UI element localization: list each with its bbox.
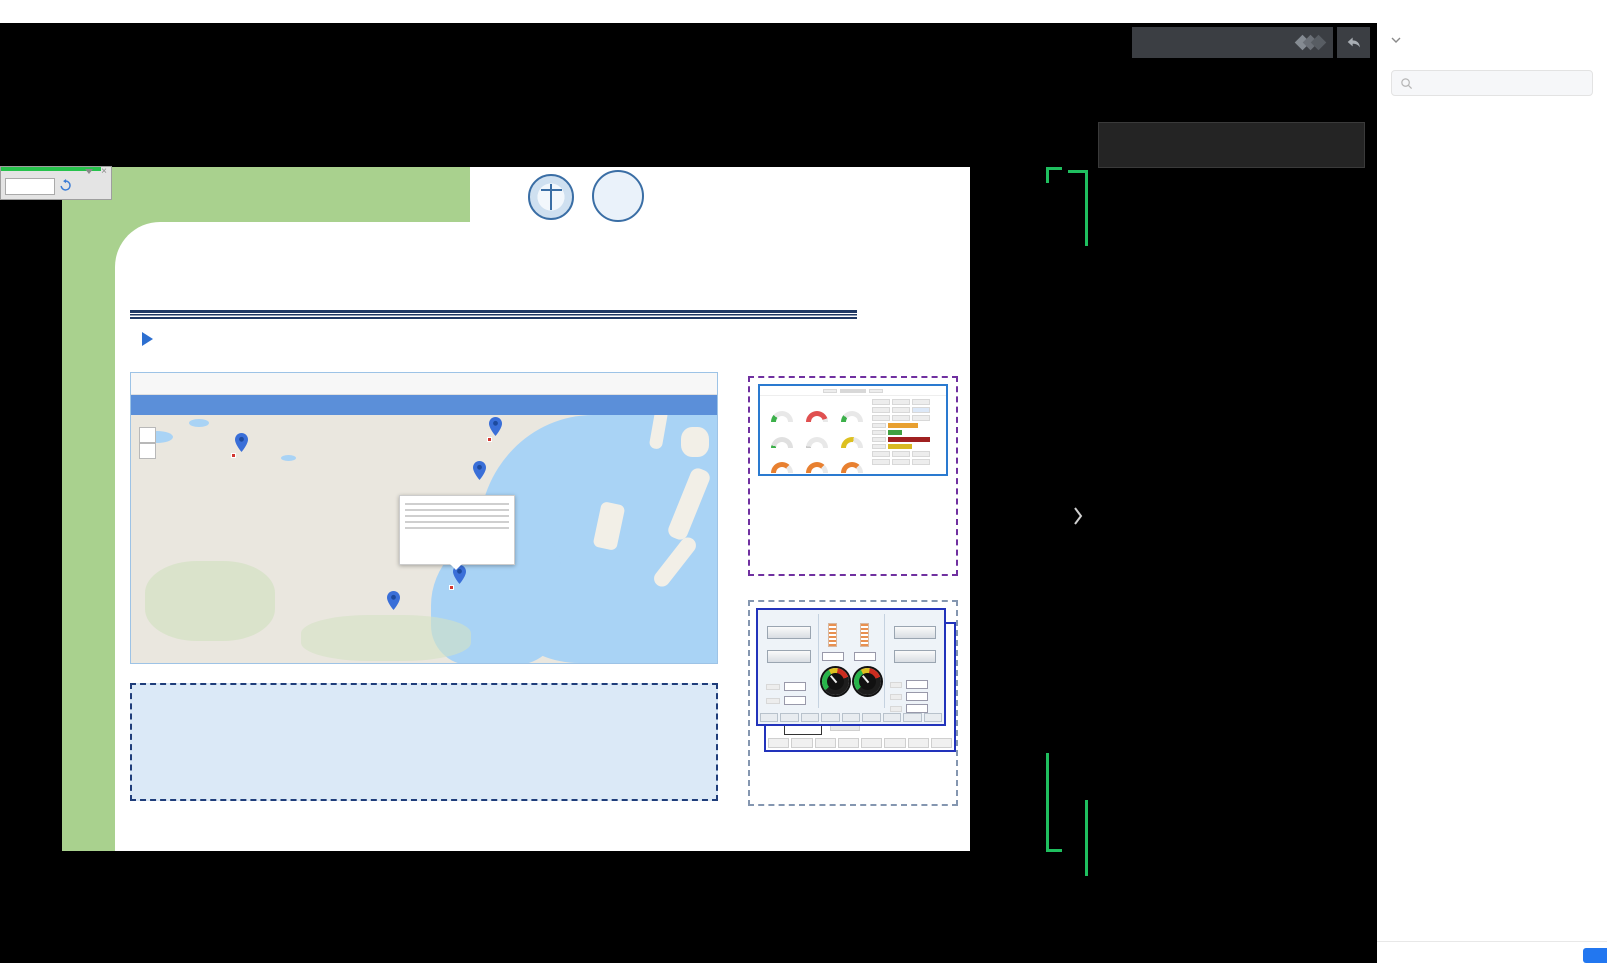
wincc-field — [784, 696, 806, 705]
wincc-mode-button — [767, 626, 811, 639]
lake-uvs — [281, 455, 296, 461]
annotation-mark — [1046, 167, 1049, 183]
annotation-mark — [1085, 800, 1088, 876]
timer-overlay[interactable]: × — [0, 166, 112, 200]
search-icon — [1400, 77, 1413, 90]
annotation-mark — [1046, 753, 1049, 852]
wincc-field — [906, 704, 928, 713]
well-site-marker — [449, 585, 454, 590]
app-titlebar — [0, 0, 1607, 23]
map-zoom-control — [139, 427, 156, 459]
map-info-popup — [399, 495, 515, 565]
section-heading — [142, 332, 163, 346]
well-site-marker — [487, 437, 492, 442]
map-pin — [473, 461, 486, 480]
wincc-callout-box — [748, 600, 958, 806]
well-site-map-figure — [130, 372, 718, 664]
timer-minimize-icon[interactable] — [85, 169, 93, 174]
map-pin — [387, 591, 400, 610]
map-pin — [235, 433, 248, 452]
mountain-region — [145, 561, 275, 641]
dashboard-header — [760, 386, 946, 396]
members-panel-footer — [1377, 941, 1607, 963]
dashboard-value-table — [872, 396, 946, 474]
wincc-field — [854, 652, 876, 661]
meeting-logo-icon — [1295, 34, 1325, 52]
map-canvas — [131, 415, 717, 663]
map-nav-bar — [131, 395, 717, 415]
arrow-bullet-icon — [142, 332, 153, 346]
footer-action-button[interactable] — [1583, 948, 1607, 963]
wincc-mode-button — [767, 650, 811, 663]
annotation-mark — [1046, 849, 1062, 852]
college-emblem-icon — [592, 170, 644, 222]
collapse-panel-chevron[interactable] — [1072, 504, 1084, 528]
speaking-indicator — [1132, 27, 1333, 58]
map-figure-title — [131, 373, 717, 395]
lake-zaysan — [189, 419, 209, 427]
title-separator — [130, 310, 857, 319]
wincc-stop-button — [894, 650, 936, 663]
reply-arrow-icon — [1345, 35, 1363, 50]
chevron-down-icon[interactable] — [1390, 36, 1402, 44]
video-tile-column — [1098, 122, 1365, 963]
wincc-field — [906, 692, 928, 701]
members-panel-header — [1377, 23, 1607, 61]
video-tile-partial[interactable] — [1098, 122, 1365, 168]
monitoring-dashboard-figure — [758, 384, 948, 476]
gauge-grid — [760, 396, 872, 474]
map-zoom-out — [139, 443, 156, 459]
back-button[interactable] — [1337, 27, 1370, 58]
tencent-meeting-window: × — [0, 0, 1607, 963]
wincc-gauge — [822, 668, 849, 695]
members-panel — [1377, 23, 1607, 963]
annotation-mark — [1085, 170, 1088, 246]
map-pin — [489, 417, 502, 436]
summary-box — [130, 683, 718, 801]
timer-close-icon[interactable]: × — [101, 166, 107, 177]
wincc-start-button — [894, 626, 936, 639]
timer-elapsed — [5, 178, 55, 195]
popup-body-text — [405, 503, 509, 533]
wincc-button-strip — [760, 713, 942, 722]
japan-hokkaido — [681, 427, 709, 457]
wincc-field — [906, 680, 928, 689]
member-search-box[interactable] — [1391, 70, 1593, 96]
wincc-screen-front — [756, 608, 946, 726]
map-zoom-in — [139, 427, 156, 443]
search-input[interactable] — [1419, 76, 1579, 90]
well-site-marker — [231, 453, 236, 458]
wincc-column-graphic — [828, 623, 837, 647]
wincc-gauge — [854, 668, 881, 695]
slide-green-strip — [62, 167, 115, 851]
timer-replay-icon[interactable] — [59, 179, 72, 192]
dashboard-callout-box — [748, 376, 958, 576]
wincc-column-graphic — [860, 623, 869, 647]
wincc-button-strip — [768, 738, 952, 748]
university-seal-icon — [528, 174, 574, 220]
wincc-field — [784, 682, 806, 691]
wincc-field — [822, 652, 844, 661]
green-region — [301, 615, 471, 661]
